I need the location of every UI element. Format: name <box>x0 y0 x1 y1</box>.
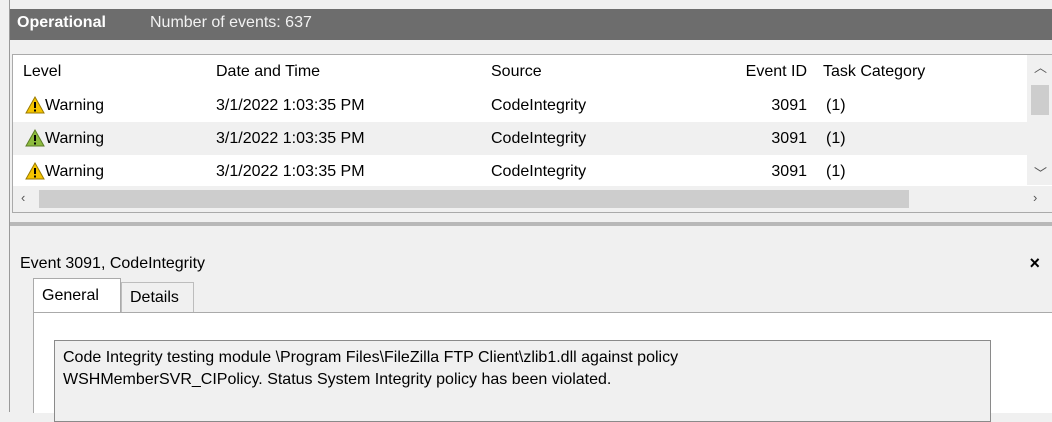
row-task-category: (1) <box>826 97 846 114</box>
scroll-left-icon[interactable]: ‹ <box>21 190 25 205</box>
row-date-time: 3/1/2022 1:03:35 PM <box>216 97 365 114</box>
column-header-task-category[interactable]: Task Category <box>813 55 1013 89</box>
row-date-time: 3/1/2022 1:03:35 PM <box>216 163 365 180</box>
tab-general[interactable]: General <box>33 278 121 314</box>
event-description-box[interactable]: Code Integrity testing module \Program F… <box>54 340 991 422</box>
close-icon[interactable]: × <box>1029 253 1040 274</box>
events-list[interactable]: Level Date and Time Source Event ID Task… <box>12 54 1052 213</box>
horizontal-scroll-thumb[interactable] <box>39 190 909 208</box>
scroll-down-icon[interactable]: ﹀ <box>1034 163 1047 182</box>
vertical-scroll-thumb[interactable] <box>1031 85 1049 115</box>
row-event-id: 3091 <box>771 97 807 114</box>
table-row[interactable]: Warning 3/1/2022 1:03:35 PM CodeIntegrit… <box>13 89 1027 122</box>
vertical-scrollbar[interactable]: ︿ ﹀ <box>1027 55 1052 185</box>
table-row[interactable]: Warning 3/1/2022 1:03:35 PM CodeIntegrit… <box>13 155 1027 188</box>
column-header-level[interactable]: Level <box>13 55 203 89</box>
left-border <box>0 0 10 412</box>
general-tab-panel: Code Integrity testing module \Program F… <box>33 312 1052 422</box>
row-level: Warning <box>45 97 104 114</box>
row-level: Warning <box>45 163 104 180</box>
column-header-event-id[interactable]: Event ID <box>723 55 815 89</box>
row-level: Warning <box>45 130 104 147</box>
row-source: CodeIntegrity <box>491 97 587 114</box>
row-task-category: (1) <box>826 163 846 180</box>
log-name: Operational <box>17 14 106 31</box>
column-header-source[interactable]: Source <box>481 55 711 89</box>
event-description: Code Integrity testing module \Program F… <box>63 349 679 388</box>
scroll-up-icon[interactable]: ︿ <box>1034 57 1047 76</box>
column-header-date-time[interactable]: Date and Time <box>206 55 476 89</box>
horizontal-scrollbar[interactable]: ‹ › <box>13 186 1052 212</box>
tab-details[interactable]: Details <box>121 282 194 312</box>
table-row[interactable]: Warning 3/1/2022 1:03:35 PM CodeIntegrit… <box>13 122 1027 155</box>
event-detail-title: Event 3091, CodeIntegrity <box>20 255 206 272</box>
row-source: CodeIntegrity <box>491 163 587 180</box>
row-source: CodeIntegrity <box>491 130 587 147</box>
event-detail-pane: Event 3091, CodeIntegrity × General Deta… <box>10 226 1052 422</box>
row-date-time: 3/1/2022 1:03:35 PM <box>216 130 365 147</box>
top-border <box>10 0 1052 9</box>
event-count: Number of events: 637 <box>150 14 312 31</box>
log-header: Operational Number of events: 637 <box>10 9 1052 40</box>
row-task-category: (1) <box>826 130 846 147</box>
scroll-right-icon[interactable]: › <box>1033 190 1037 205</box>
event-viewer: Operational Number of events: 637 Level … <box>0 0 1052 422</box>
row-event-id: 3091 <box>771 163 807 180</box>
row-event-id: 3091 <box>771 130 807 147</box>
